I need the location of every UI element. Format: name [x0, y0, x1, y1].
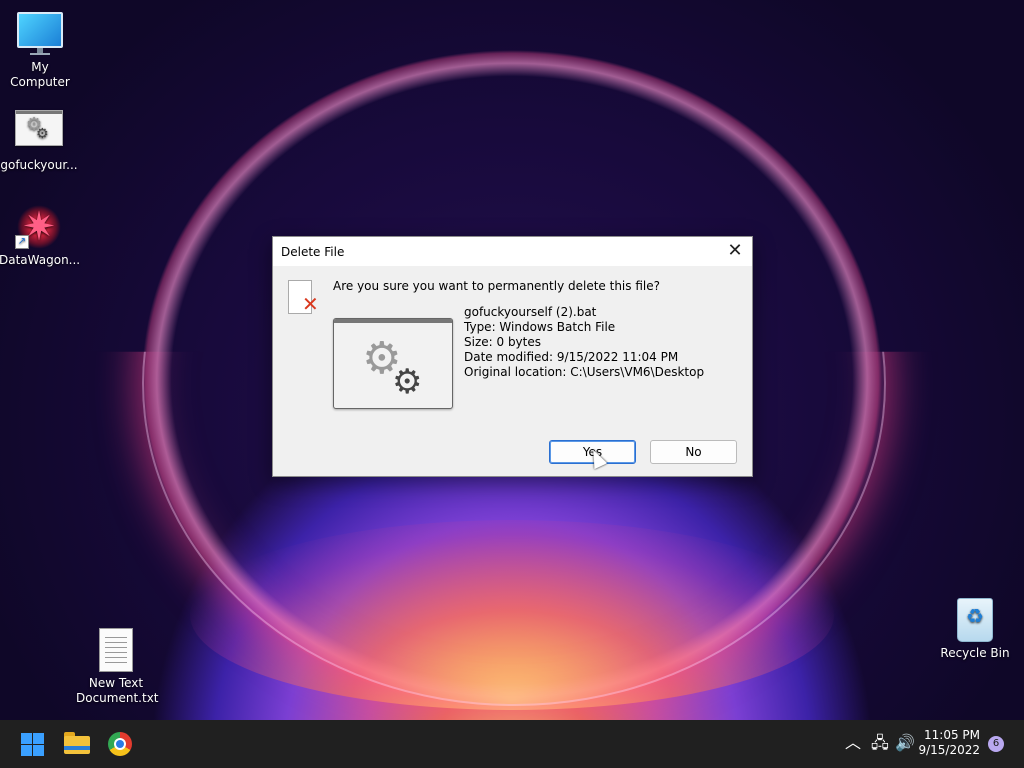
text-document-icon [92, 613, 140, 672]
network-icon[interactable]: 🖧 [871, 734, 889, 752]
close-icon[interactable]: ✕ [724, 241, 746, 261]
clock-date: 9/15/2022 [918, 743, 980, 757]
recycle-bin-icon: ♻ [951, 598, 999, 642]
desktop-icon-label: DataWagon... [0, 253, 81, 267]
clock-time: 11:05 PM [924, 728, 980, 742]
taskbar-clock[interactable]: 11:05 PM 9/15/2022 [918, 728, 980, 758]
desktop-icon-datawagon[interactable]: ✷ ↗ DataWagon... [0, 205, 81, 268]
file-info: gofuckyourself (2).bat Type: Windows Bat… [464, 305, 704, 380]
desktop-icon-batch-file[interactable]: ⚙ ⚙ gofuckyour... [0, 108, 79, 173]
delete-file-dialog: Delete File ✕ ✕ Are you sure you want to… [272, 236, 753, 477]
file-thumbnail: ⚙ ⚙ [333, 318, 453, 409]
notification-badge[interactable]: 6 [988, 736, 1004, 752]
shortcut-arrow-icon: ↗ [15, 235, 29, 249]
dialog-title: Delete File [281, 245, 345, 259]
file-type: Type: Windows Batch File [464, 320, 616, 334]
desktop-icon-label: My Computer [10, 60, 70, 89]
desktop-icon-recycle-bin[interactable]: ♻ Recycle Bin [935, 598, 1015, 661]
datawagon-icon: ✷ ↗ [15, 205, 63, 249]
delete-file-icon: ✕ [288, 280, 319, 314]
dialog-question: Are you sure you want to permanently del… [333, 279, 660, 293]
file-explorer-icon[interactable] [64, 732, 90, 756]
desktop-icon-label: Recycle Bin [940, 646, 1010, 660]
no-button[interactable]: No [650, 440, 737, 464]
taskbar: ︿ 🖧 🔊 11:05 PM 9/15/2022 6 [0, 720, 1024, 768]
volume-icon[interactable]: 🔊 [895, 734, 915, 752]
file-name: gofuckyourself (2).bat [464, 305, 597, 319]
file-original-location: Original location: C:\Users\VM6\Desktop [464, 365, 705, 379]
file-date-modified: Date modified: 9/15/2022 11:04 PM [464, 350, 679, 364]
desktop-icon-label: gofuckyour... [0, 158, 78, 172]
start-button[interactable] [20, 732, 46, 756]
file-size: Size: 0 bytes [464, 335, 541, 349]
batch-file-icon: ⚙ ⚙ [15, 110, 63, 154]
chevron-up-icon[interactable]: ︿ [845, 734, 861, 752]
chrome-icon[interactable] [108, 732, 132, 756]
desktop-icon-text-document[interactable]: New Text Document.txt [76, 598, 159, 721]
gear-icon: ⚙ [392, 362, 423, 402]
desktop-icon-my-computer[interactable]: My Computer [0, 10, 80, 90]
monitor-icon [16, 12, 64, 56]
dialog-titlebar[interactable]: Delete File ✕ [273, 237, 752, 266]
